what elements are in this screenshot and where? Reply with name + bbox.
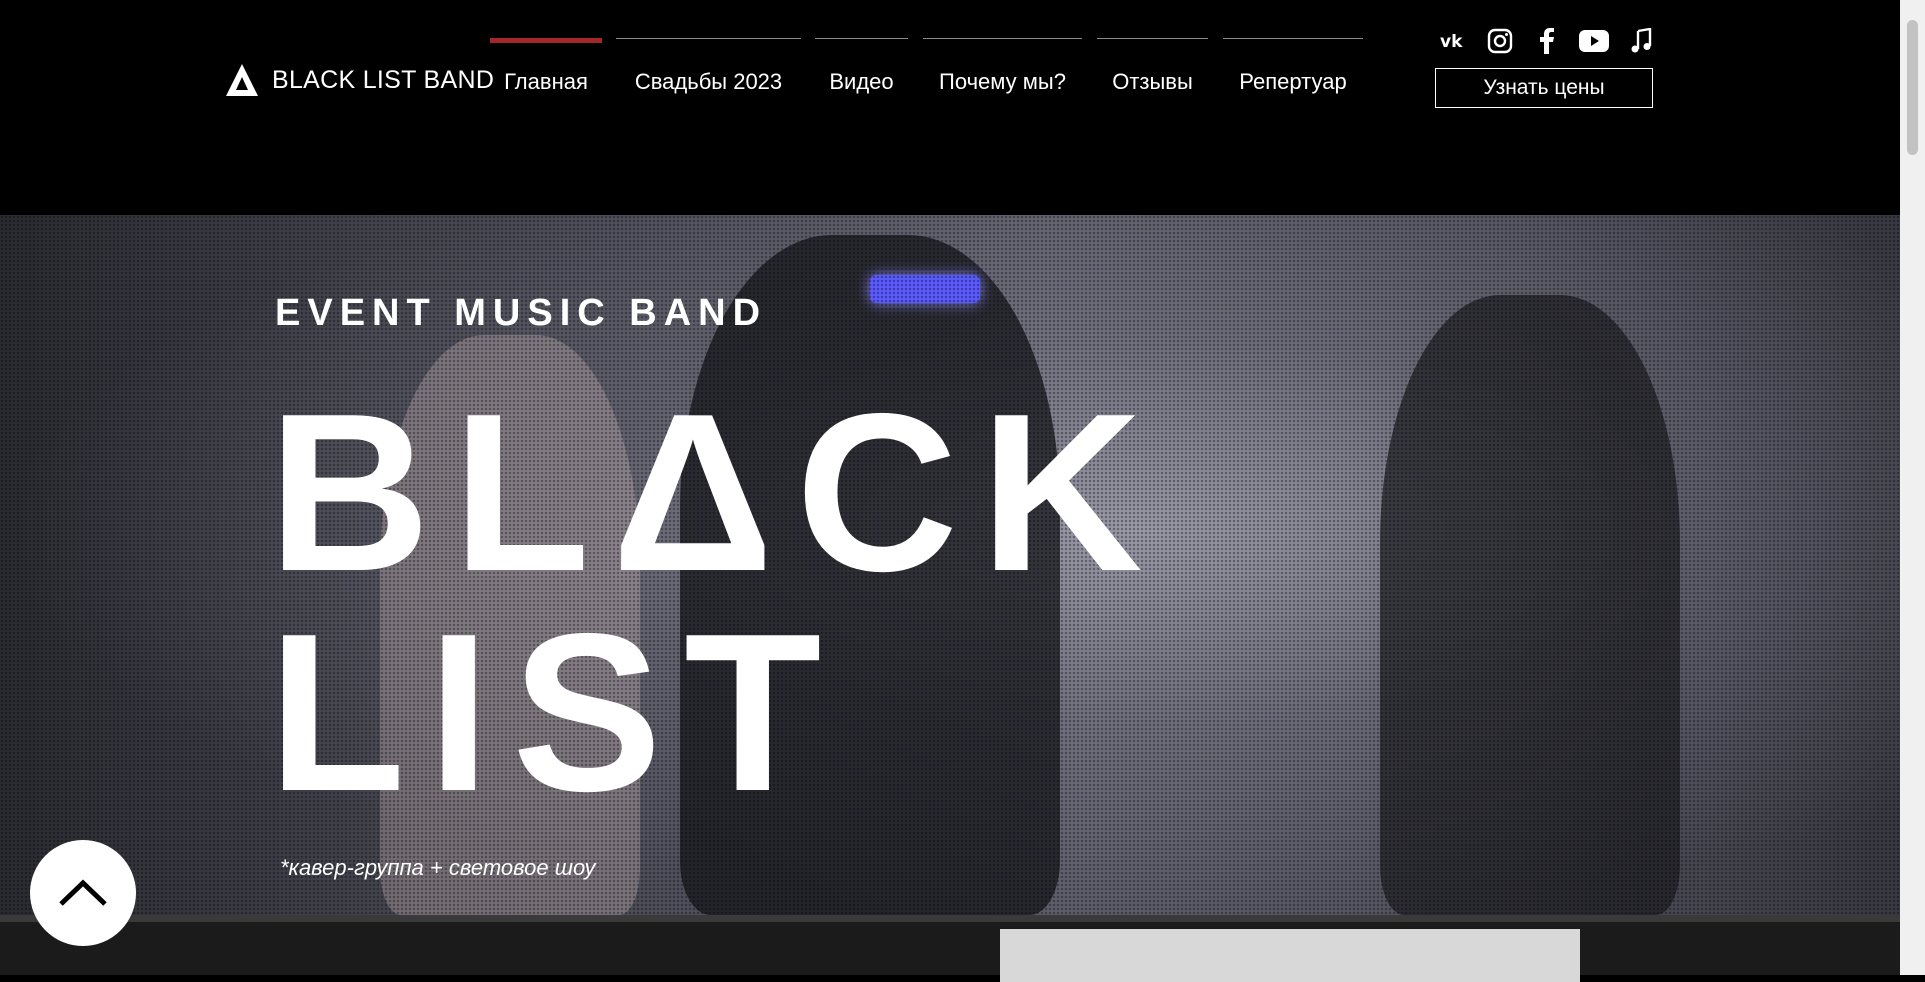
nav-item-weddings-2023[interactable]: Свадьбы 2023 <box>616 38 801 98</box>
nav-indicator-bar <box>815 38 908 39</box>
next-section-image <box>1000 929 1580 982</box>
hero-tagline: *кавер-группа + световое шоу <box>280 855 596 880</box>
svg-text:vk: vk <box>1440 32 1463 50</box>
nav-indicator-bar <box>1097 38 1208 39</box>
scroll-to-top-button[interactable] <box>30 840 136 946</box>
facebook-icon[interactable] <box>1530 24 1563 57</box>
nav-label: Главная <box>504 69 588 94</box>
nav-label: Почему мы? <box>939 69 1066 94</box>
hero-photo-guitarist <box>1380 295 1680 915</box>
brand-logo[interactable]: BLACK LIST BAND <box>224 62 494 98</box>
nav-label: Репертуар <box>1239 69 1347 94</box>
brand-name: BLACK LIST BAND <box>272 65 495 94</box>
logo-triangle-icon <box>224 62 260 98</box>
site-header: BLACK LIST BAND Главная Свадьбы 2023 Вид… <box>0 0 1900 215</box>
instagram-icon[interactable] <box>1483 24 1516 57</box>
nav-indicator-bar <box>923 38 1082 39</box>
nav-label: Свадьбы 2023 <box>634 69 783 94</box>
nav-label: Отзывы <box>1112 69 1193 94</box>
scrollbar-thumb[interactable] <box>1907 20 1918 155</box>
hero-title-line2: LIST <box>268 586 844 838</box>
nav-indicator-bar <box>616 38 801 39</box>
get-prices-button[interactable]: Узнать цены <box>1435 68 1653 108</box>
nav-label: Видео <box>829 69 894 94</box>
stage-light <box>870 275 980 303</box>
hero-eyebrow: EVENT MUSIC BAND <box>275 292 768 334</box>
nav-item-why-us[interactable]: Почему мы? <box>923 38 1082 98</box>
nav-item-video[interactable]: Видео <box>815 38 908 98</box>
nav-indicator-bar <box>490 38 602 43</box>
hero-title-line1: BLΔCK <box>268 366 1165 618</box>
vk-icon[interactable]: vk <box>1436 24 1469 57</box>
nav-item-repertoire[interactable]: Репертуар <box>1223 38 1363 98</box>
next-section-preview <box>0 915 1900 982</box>
nav-item-home[interactable]: Главная <box>490 38 602 98</box>
music-note-icon[interactable] <box>1624 24 1657 57</box>
chevron-up-icon <box>59 879 107 906</box>
social-links: vk <box>1436 24 1657 57</box>
youtube-icon[interactable] <box>1577 24 1610 57</box>
nav-indicator-bar <box>1223 38 1363 39</box>
nav-item-reviews[interactable]: Отзывы <box>1097 38 1208 98</box>
